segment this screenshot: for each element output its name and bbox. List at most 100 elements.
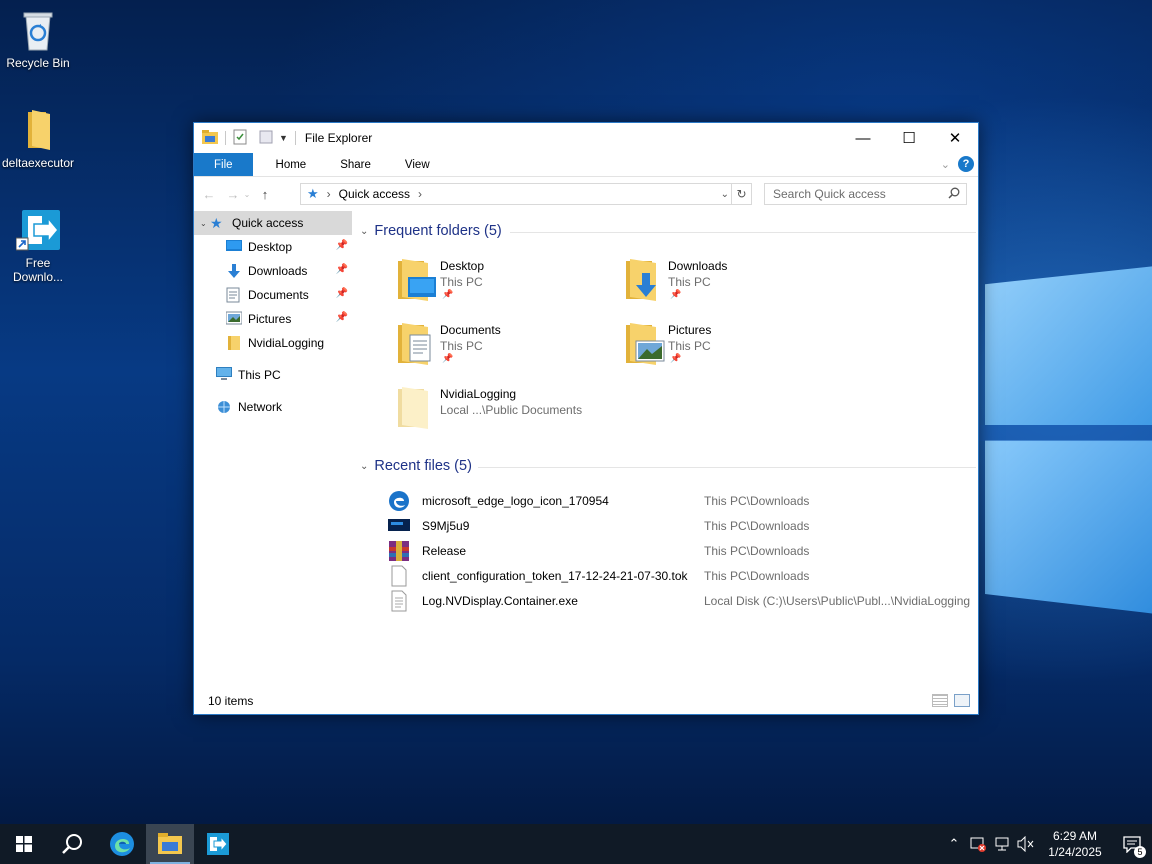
close-button[interactable]: ✕ <box>932 123 978 153</box>
nav-item-label: Documents <box>248 288 309 302</box>
nav-item-downloads[interactable]: Downloads 📌 <box>194 259 352 283</box>
group-title: Frequent folders (5) <box>374 223 502 239</box>
frequent-folder-documents[interactable]: Documents This PC 📌 <box>394 319 614 375</box>
forward-button[interactable]: → <box>224 184 242 204</box>
start-icon <box>16 836 32 852</box>
taskbar-edge-button[interactable] <box>98 824 146 864</box>
frequent-folders-header[interactable]: ⌄ Frequent folders (5) <box>360 223 976 239</box>
expand-ribbon-chevron-icon[interactable]: ⌄ <box>941 158 950 171</box>
file-explorer-window: ▼ File Explorer — ☐ ✕ File Home Share Vi… <box>193 122 979 715</box>
taskbar-free-download-manager-button[interactable] <box>194 824 242 864</box>
recent-locations-chevron-icon[interactable]: ⌄ <box>242 184 252 204</box>
quick-access-toolbar: ▼ <box>194 123 299 153</box>
pin-icon: 📌 <box>670 353 682 363</box>
frequent-folder-nvidialogging[interactable]: NvidiaLogging Local ...\Public Documents <box>394 383 614 439</box>
file-name: client_configuration_token_17-12-24-21-0… <box>422 569 688 583</box>
desktop-icon-label: deltaexecutor <box>1 156 75 170</box>
address-location[interactable]: Quick access <box>339 187 410 201</box>
desktop-icon-label: Recycle Bin <box>6 56 70 70</box>
taskbar-clock[interactable]: 6:29 AM 1/24/2025 <box>1038 828 1112 860</box>
free-download-manager-icon <box>15 208 60 252</box>
action-center-button[interactable]: 5 <box>1112 824 1152 864</box>
search-input[interactable] <box>773 187 943 201</box>
tab-view[interactable]: View <box>388 153 447 176</box>
recent-file-row[interactable]: client_configuration_token_17-12-24-21-0… <box>388 564 978 588</box>
desktop-icon-free-download-manager[interactable]: Free Downlo... <box>0 208 76 284</box>
explorer-app-icon <box>202 129 218 147</box>
edge-icon <box>388 490 410 512</box>
large-icons-view-icon[interactable] <box>954 694 970 707</box>
help-button[interactable]: ? <box>958 156 974 172</box>
tab-home[interactable]: Home <box>259 153 324 176</box>
folder-name: Downloads <box>668 259 728 273</box>
nav-item-pictures[interactable]: Pictures 📌 <box>194 307 352 331</box>
content-area: ⌄ Frequent folders (5) Desktop This PC 📌… <box>354 211 978 681</box>
documents-folder-icon <box>394 319 438 367</box>
customize-toolbar-chevron-icon[interactable]: ▼ <box>279 133 288 143</box>
blank-file-icon <box>388 565 410 587</box>
minimize-button[interactable]: — <box>840 123 886 153</box>
maximize-button[interactable]: ☐ <box>886 123 932 153</box>
nav-item-quick-access[interactable]: ⌄ ★ Quick access <box>194 211 352 235</box>
recent-file-row[interactable]: S9Mj5u9 This PC\Downloads <box>388 514 978 538</box>
tab-share[interactable]: Share <box>323 153 388 176</box>
nav-item-documents[interactable]: Documents 📌 <box>194 283 352 307</box>
file-name: microsoft_edge_logo_icon_170954 <box>422 494 609 508</box>
up-button[interactable]: ↑ <box>256 184 274 204</box>
navigation-pane: ⌄ ★ Quick access Desktop 📌 Downloads 📌 D… <box>194 211 352 681</box>
pin-icon: 📌 <box>335 264 348 275</box>
new-folder-icon[interactable] <box>259 130 273 147</box>
folder-name: Desktop <box>440 259 485 273</box>
nav-item-this-pc[interactable]: This PC <box>194 363 352 387</box>
properties-icon[interactable] <box>233 129 247 148</box>
frequent-folder-pictures[interactable]: Pictures This PC 📌 <box>622 319 842 375</box>
recent-file-row[interactable]: microsoft_edge_logo_icon_170954 This PC\… <box>388 489 978 513</box>
address-bar[interactable]: ★ › Quick access › ⌄ ↻ <box>300 183 752 205</box>
search-icon <box>948 187 960 202</box>
recent-file-row[interactable]: Log.NVDisplay.Container.exe Local Disk (… <box>388 589 978 613</box>
nav-item-nvidialogging[interactable]: NvidiaLogging <box>194 331 352 355</box>
desktop-icon-deltaexecutor[interactable]: deltaexecutor <box>0 108 76 170</box>
back-button[interactable]: ← <box>200 184 218 204</box>
taskbar: ⌃ 6:29 AM 1/24/2025 5 <box>0 824 1152 864</box>
this-pc-icon <box>216 367 232 383</box>
taskbar-file-explorer-button[interactable] <box>146 824 194 864</box>
downloads-arrow-icon <box>226 263 242 279</box>
recent-files-header[interactable]: ⌄ Recent files (5) <box>360 458 976 474</box>
folder-location: This PC <box>668 275 711 289</box>
pin-icon: 📌 <box>670 289 682 299</box>
file-path: Local Disk (C:)\Users\Public\Publ...\Nvi… <box>704 594 971 608</box>
address-history-chevron-icon[interactable]: ⌄ <box>721 184 729 204</box>
winrar-archive-icon <box>388 540 410 562</box>
search-box[interactable] <box>764 183 967 205</box>
volume-muted-icon[interactable] <box>1014 824 1038 864</box>
network-icon[interactable] <box>990 824 1014 864</box>
address-separator: › <box>418 187 423 201</box>
desktop-icon-label-line2: Downlo... <box>12 270 64 284</box>
chevron-down-icon[interactable]: ⌄ <box>200 219 210 228</box>
frequent-folder-downloads[interactable]: Downloads This PC 📌 <box>622 255 842 311</box>
ribbon-right-controls: ⌄ ? <box>941 156 974 172</box>
desktop-icon-recycle-bin[interactable]: Recycle Bin <box>0 8 76 70</box>
title-bar[interactable]: ▼ File Explorer — ☐ ✕ <box>194 123 978 153</box>
desktop-folder-icon <box>394 255 438 303</box>
folder-name: NvidiaLogging <box>440 387 517 401</box>
pictures-icon <box>225 311 243 327</box>
tab-file[interactable]: File <box>194 153 253 176</box>
nav-item-network[interactable]: Network <box>194 395 352 419</box>
show-hidden-icons-chevron-icon[interactable]: ⌃ <box>942 824 966 864</box>
free-download-manager-icon <box>207 833 229 855</box>
quick-access-star-icon: ★ <box>210 215 223 231</box>
start-button[interactable] <box>0 824 48 864</box>
security-alert-icon[interactable] <box>966 824 990 864</box>
recent-file-row[interactable]: Release This PC\Downloads <box>388 539 978 563</box>
details-view-icon[interactable] <box>932 694 948 707</box>
taskbar-search-button[interactable] <box>48 824 96 864</box>
file-path: This PC\Downloads <box>704 519 810 533</box>
nav-item-label: Downloads <box>248 264 308 278</box>
group-divider <box>510 232 976 233</box>
frequent-folder-desktop[interactable]: Desktop This PC 📌 <box>394 255 614 311</box>
refresh-icon[interactable]: ↻ <box>731 184 751 204</box>
quick-access-star-icon: ★ <box>307 186 319 201</box>
nav-item-desktop[interactable]: Desktop 📌 <box>194 235 352 259</box>
